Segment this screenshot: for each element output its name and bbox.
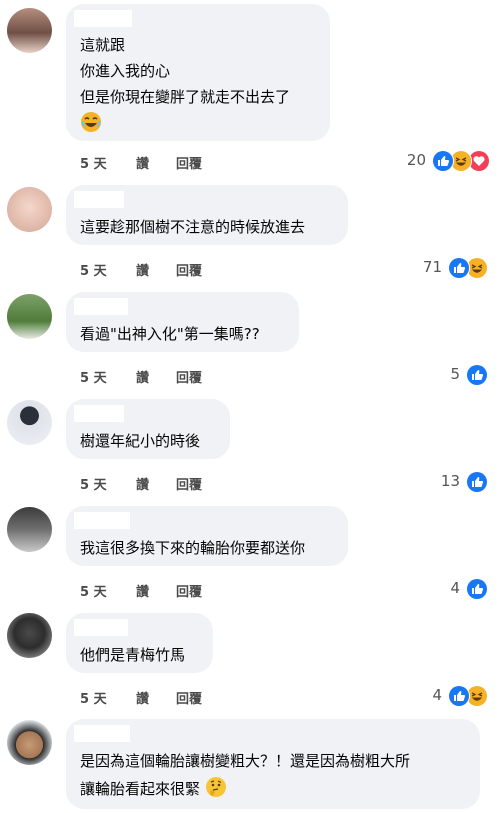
comment-line: 但是你現在變胖了就走不出去了 bbox=[80, 88, 291, 106]
like-reaction-icon bbox=[466, 364, 488, 386]
reaction-count: 4 bbox=[450, 579, 460, 597]
like-reaction-icon bbox=[448, 685, 470, 707]
comment-line: 我這很多換下來的輪胎你要都送你 bbox=[80, 539, 306, 557]
avatar[interactable] bbox=[7, 613, 52, 658]
like-button[interactable]: 讚 bbox=[136, 688, 149, 707]
avatar[interactable] bbox=[7, 400, 52, 445]
redacted-name bbox=[74, 10, 132, 27]
like-button[interactable]: 讚 bbox=[136, 153, 149, 172]
comment-line: 是因為這個輪胎讓樹變粗大？！還是因為樹粗大所 bbox=[80, 752, 411, 770]
redacted-name bbox=[74, 512, 130, 529]
comment-line: 這就跟 bbox=[80, 36, 126, 54]
comment-bubble: 樹還年紀小的時後 bbox=[66, 399, 230, 459]
reaction-count: 5 bbox=[450, 365, 460, 383]
comment-bubble: 這就跟 你進入我的心 但是你現在變胖了就走不出去了 bbox=[66, 4, 330, 141]
reply-button[interactable]: 回覆 bbox=[176, 153, 202, 172]
timestamp[interactable]: 5 天 bbox=[80, 153, 107, 172]
reaction-count: 4 bbox=[432, 686, 442, 704]
reaction-summary[interactable]: 13 bbox=[441, 471, 490, 493]
comment-line-with-emoji: 讓輪胎看起來很緊 bbox=[80, 776, 227, 804]
timestamp[interactable]: 5 天 bbox=[80, 688, 107, 707]
timestamp[interactable]: 5 天 bbox=[80, 260, 107, 279]
reaction-summary[interactable]: 5 bbox=[450, 364, 490, 386]
thinking-emoji-icon bbox=[205, 776, 227, 804]
avatar[interactable] bbox=[7, 720, 52, 765]
comment-line: 他們是青梅竹馬 bbox=[80, 646, 186, 664]
like-button[interactable]: 讚 bbox=[136, 474, 149, 493]
emoji-line bbox=[80, 111, 102, 139]
comment-line: 你進入我的心 bbox=[80, 62, 171, 80]
timestamp[interactable]: 5 天 bbox=[80, 474, 107, 493]
reply-button[interactable]: 回覆 bbox=[176, 474, 202, 493]
avatar[interactable] bbox=[7, 294, 52, 339]
redacted-name bbox=[74, 725, 130, 742]
reaction-summary[interactable]: 71 bbox=[423, 257, 492, 279]
redacted-name bbox=[74, 619, 128, 636]
reply-button[interactable]: 回覆 bbox=[176, 260, 202, 279]
redacted-name bbox=[74, 191, 124, 208]
reaction-summary[interactable]: 4 bbox=[450, 578, 490, 600]
laughing-emoji-icon bbox=[80, 111, 102, 139]
comment-line: 讓輪胎看起來很緊 bbox=[80, 780, 201, 798]
like-button[interactable]: 讚 bbox=[136, 581, 149, 600]
reaction-summary[interactable]: 4 bbox=[432, 685, 492, 707]
comment-bubble: 是因為這個輪胎讓樹變粗大？！還是因為樹粗大所 讓輪胎看起來很緊 bbox=[66, 719, 480, 809]
reply-button[interactable]: 回覆 bbox=[176, 367, 202, 386]
like-button[interactable]: 讚 bbox=[136, 260, 149, 279]
reaction-count: 71 bbox=[422, 258, 442, 276]
comment-bubble: 看過"出神入化"第一集嗎?? bbox=[66, 292, 299, 352]
timestamp[interactable]: 5 天 bbox=[80, 581, 107, 600]
comment-bubble: 他們是青梅竹馬 bbox=[66, 613, 213, 673]
comment-line: 樹還年紀小的時後 bbox=[80, 432, 201, 450]
like-button[interactable]: 讚 bbox=[136, 367, 149, 386]
comment-bubble: 這要趁那個樹不注意的時候放進去 bbox=[66, 185, 348, 245]
reaction-count: 20 bbox=[406, 151, 426, 169]
comment-line: 這要趁那個樹不注意的時候放進去 bbox=[80, 218, 306, 236]
avatar[interactable] bbox=[7, 187, 52, 232]
comment-line: 看過"出神入化"第一集嗎?? bbox=[80, 325, 260, 343]
redacted-name bbox=[74, 298, 128, 315]
reaction-count: 13 bbox=[440, 472, 460, 490]
avatar[interactable] bbox=[7, 8, 52, 53]
like-reaction-icon bbox=[432, 150, 454, 172]
comment-bubble: 我這很多換下來的輪胎你要都送你 bbox=[66, 506, 348, 566]
redacted-name bbox=[74, 405, 124, 422]
reply-button[interactable]: 回覆 bbox=[176, 688, 202, 707]
like-reaction-icon bbox=[466, 471, 488, 493]
timestamp[interactable]: 5 天 bbox=[80, 367, 107, 386]
avatar[interactable] bbox=[7, 507, 52, 552]
reply-button[interactable]: 回覆 bbox=[176, 581, 202, 600]
like-reaction-icon bbox=[448, 257, 470, 279]
like-reaction-icon bbox=[466, 578, 488, 600]
reaction-summary[interactable]: 20 bbox=[407, 150, 492, 172]
